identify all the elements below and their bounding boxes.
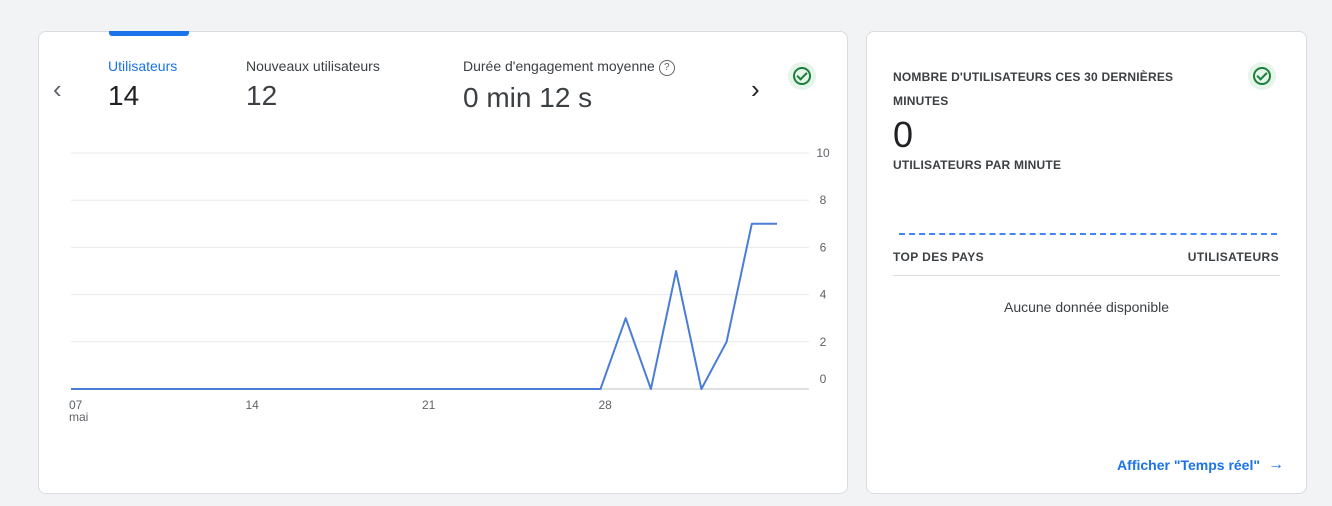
view-realtime-label: Afficher "Temps réel" [1117,457,1260,473]
y-tick-label: 0 [820,372,827,386]
y-tick-label: 4 [820,288,827,302]
check-circle-icon[interactable] [1248,62,1276,90]
per-minute-bar-chart [899,230,1277,235]
realtime-card: NOMBRE D'UTILISATEURS CES 30 DERNIÈRES M… [866,31,1307,494]
realtime-count: 0 [893,114,914,155]
x-tick-label: 28 [599,398,613,412]
series-line [71,222,777,390]
realtime-title: NOMBRE D'UTILISATEURS CES 30 DERNIÈRES M… [893,70,1174,108]
column-header-country: TOP DES PAYS [893,250,985,264]
empty-state-message: Aucune donnée disponible [1003,299,1170,315]
line-chart: 024681007mai14 21 28 [69,146,830,424]
x-tick-label: 14 [246,398,260,412]
check-mark [1253,67,1271,85]
y-tick-label: 6 [820,240,827,254]
view-realtime-link[interactable]: Afficher "Temps réel" → [1117,456,1284,474]
y-tick-label: 8 [820,193,827,207]
divider [893,275,1280,276]
y-tick-label: 10 [816,146,830,160]
realtime-subtitle: UTILISATEURS PAR MINUTE [893,158,1062,172]
arrow-right-icon: → [1268,456,1284,473]
overview-card: ‹ Utilisateurs 14 Nouveaux utilisateurs … [38,31,848,494]
y-tick-label: 2 [820,335,827,349]
x-tick-label: 21 [422,398,436,412]
column-header-users: UTILISATEURS [1187,250,1279,264]
x-tick-sublabel: mai [69,410,88,424]
